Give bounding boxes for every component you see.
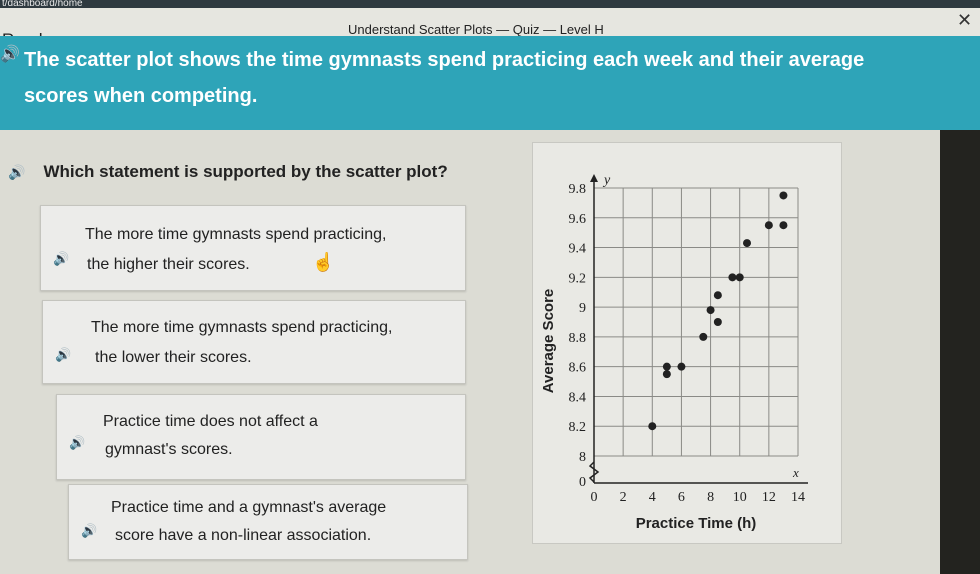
answer-option-1[interactable]: 🔊 The more time gymnasts spend practicin… xyxy=(40,205,466,291)
x-tick-label: 10 xyxy=(733,490,747,505)
prompt-text: The scatter plot shows the time gymnasts… xyxy=(24,49,865,107)
scatter-point xyxy=(728,273,737,282)
quiz-title: Understand Scatter Plots — Quiz — Level … xyxy=(348,22,604,37)
speaker-icon[interactable]: 🔊 xyxy=(8,164,25,180)
option-2-line-2: the lower their scores. xyxy=(95,349,252,366)
y-axis-title: Average Score xyxy=(540,289,557,394)
answer-option-2[interactable]: 🔊 The more time gymnasts spend practicin… xyxy=(42,300,466,384)
x-variable-label: x xyxy=(792,465,799,480)
y-tick-label: 8 xyxy=(579,450,586,465)
y-tick-label: 8.4 xyxy=(569,390,587,405)
scatter-point xyxy=(713,318,722,326)
x-tick-label: 2 xyxy=(620,490,627,505)
y-tick-label: 9.4 xyxy=(569,242,587,257)
scatter-point xyxy=(779,191,788,200)
option-3-line-1: Practice time does not affect a xyxy=(103,413,318,430)
x-tick-label: 12 xyxy=(762,490,776,505)
y-tick-label: 9.6 xyxy=(569,212,587,227)
y-tick-label: 9.2 xyxy=(569,271,587,286)
option-3-line-2: gymnast's scores. xyxy=(105,441,233,458)
pointer-cursor-icon: ☝ xyxy=(312,252,335,272)
scatter-point xyxy=(764,221,773,230)
scatter-point xyxy=(743,239,751,248)
question-text: Which statement is supported by the scat… xyxy=(43,162,448,181)
scatter-point xyxy=(706,306,715,315)
option-2-line-1: The more time gymnasts spend practicing, xyxy=(91,319,393,336)
scatter-point xyxy=(713,291,722,300)
screen-edge xyxy=(940,130,980,574)
option-1-line-1: The more time gymnasts spend practicing, xyxy=(85,226,387,243)
speaker-icon[interactable]: 🔊 xyxy=(53,251,69,267)
url-strip-tail xyxy=(940,0,980,8)
scatter-plot: 8 8.2 8.4 8.6 8.8 9 9.2 9.4 9.6 9.8 00 2 4 6 8 10 12 14 y x… xyxy=(540,173,808,532)
chart-panel: 8 8.2 8.4 8.6 8.8 9 9.2 9.4 9.6 9.8 0 0 2 4 6 8 10 12 14 y x… xyxy=(532,142,842,544)
scatter-point xyxy=(677,362,686,371)
speaker-icon[interactable]: 🔊 xyxy=(0,44,20,64)
y-tick-label: 9.8 xyxy=(569,182,587,197)
scatter-point xyxy=(662,362,671,371)
y-tick-label: 8.8 xyxy=(569,331,587,346)
x-axis-title: Practice Time (h) xyxy=(636,515,757,532)
speaker-icon[interactable]: 🔊 xyxy=(55,347,71,363)
x-tick-label: 8 xyxy=(707,490,714,505)
question-prompt: 🔊 Which statement is supported by the sca… xyxy=(8,162,448,182)
quiz-screen: t/dashboard/home Ready Understand Scatte… xyxy=(0,0,940,574)
answer-option-3[interactable]: 🔊 Practice time does not affect a gymnas… xyxy=(56,394,466,480)
option-1-line-2: the higher their scores. xyxy=(87,256,250,273)
option-4-line-2: score have a non-linear association. xyxy=(115,527,372,544)
y-variable-label: y xyxy=(602,173,611,188)
close-icon[interactable]: ✕ xyxy=(957,10,972,31)
url-fragment: t/dashboard/home xyxy=(0,0,940,8)
option-4-line-1: Practice time and a gymnast's average xyxy=(111,499,387,516)
y-tick-label: 0 xyxy=(579,475,586,490)
y-axis-arrow-icon xyxy=(590,174,598,182)
scatter-point xyxy=(662,370,671,379)
prompt-banner: 🔊 The scatter plot shows the time gymnas… xyxy=(0,36,940,130)
scatter-point xyxy=(735,273,744,282)
banner-tail xyxy=(940,36,980,130)
x-tick-label: 0 xyxy=(591,490,598,505)
y-tick-label: 8.6 xyxy=(569,361,587,376)
speaker-icon[interactable]: 🔊 xyxy=(81,523,97,539)
y-tick-label: 8.2 xyxy=(569,420,587,435)
scatter-point xyxy=(699,332,708,341)
answer-option-4[interactable]: 🔊 Practice time and a gymnast's average … xyxy=(68,484,468,560)
scatter-point xyxy=(779,221,788,230)
y-tick-label: 9 xyxy=(579,301,586,316)
x-tick-label: 4 xyxy=(649,490,656,505)
x-tick-label: 14 xyxy=(791,490,805,505)
scatter-point xyxy=(648,422,657,431)
speaker-icon[interactable]: 🔊 xyxy=(69,435,85,451)
x-tick-label: 6 xyxy=(678,490,685,505)
